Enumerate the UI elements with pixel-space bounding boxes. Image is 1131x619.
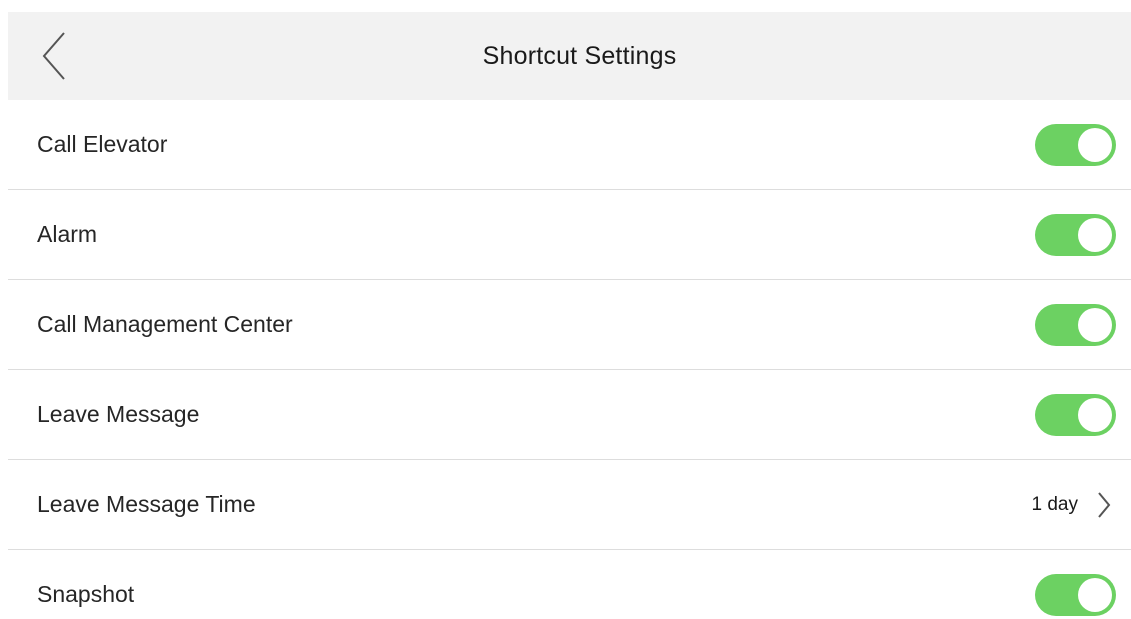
setting-row-leave-message-time[interactable]: Leave Message Time 1 day (8, 460, 1131, 550)
header-bar: Shortcut Settings (8, 12, 1131, 100)
toggle-knob (1078, 397, 1112, 432)
leave-message-time-value: 1 day (1031, 493, 1078, 515)
page-title: Shortcut Settings (482, 41, 677, 70)
leave-message-toggle[interactable] (1035, 393, 1116, 436)
setting-label: Snapshot (37, 581, 135, 607)
setting-row-leave-message: Leave Message (8, 370, 1131, 460)
shortcut-settings-screen: Shortcut Settings Call Elevator Alarm Ca… (8, 12, 1131, 619)
setting-label: Call Elevator (37, 131, 168, 157)
setting-row-snapshot: Snapshot (8, 550, 1131, 619)
toggle-knob (1078, 577, 1112, 612)
settings-list: Call Elevator Alarm Call Management Cent… (8, 100, 1131, 619)
toggle-knob (1078, 127, 1112, 162)
setting-label: Leave Message (37, 401, 200, 427)
snapshot-toggle[interactable] (1035, 573, 1116, 616)
chevron-left-icon (42, 32, 65, 80)
setting-row-alarm: Alarm (8, 190, 1131, 280)
setting-label: Call Management Center (37, 311, 293, 337)
setting-row-call-management-center: Call Management Center (8, 280, 1131, 370)
chevron-right-icon (1096, 490, 1112, 520)
setting-row-call-elevator: Call Elevator (8, 100, 1131, 190)
toggle-knob (1078, 217, 1112, 252)
call-management-center-toggle[interactable] (1035, 303, 1116, 346)
back-button[interactable] (34, 28, 74, 84)
setting-label: Leave Message Time (37, 491, 256, 517)
toggle-knob (1078, 307, 1112, 342)
setting-label: Alarm (37, 221, 98, 247)
call-elevator-toggle[interactable] (1035, 123, 1116, 166)
leave-message-time-selector[interactable]: 1 day (1032, 490, 1116, 520)
alarm-toggle[interactable] (1035, 213, 1116, 256)
